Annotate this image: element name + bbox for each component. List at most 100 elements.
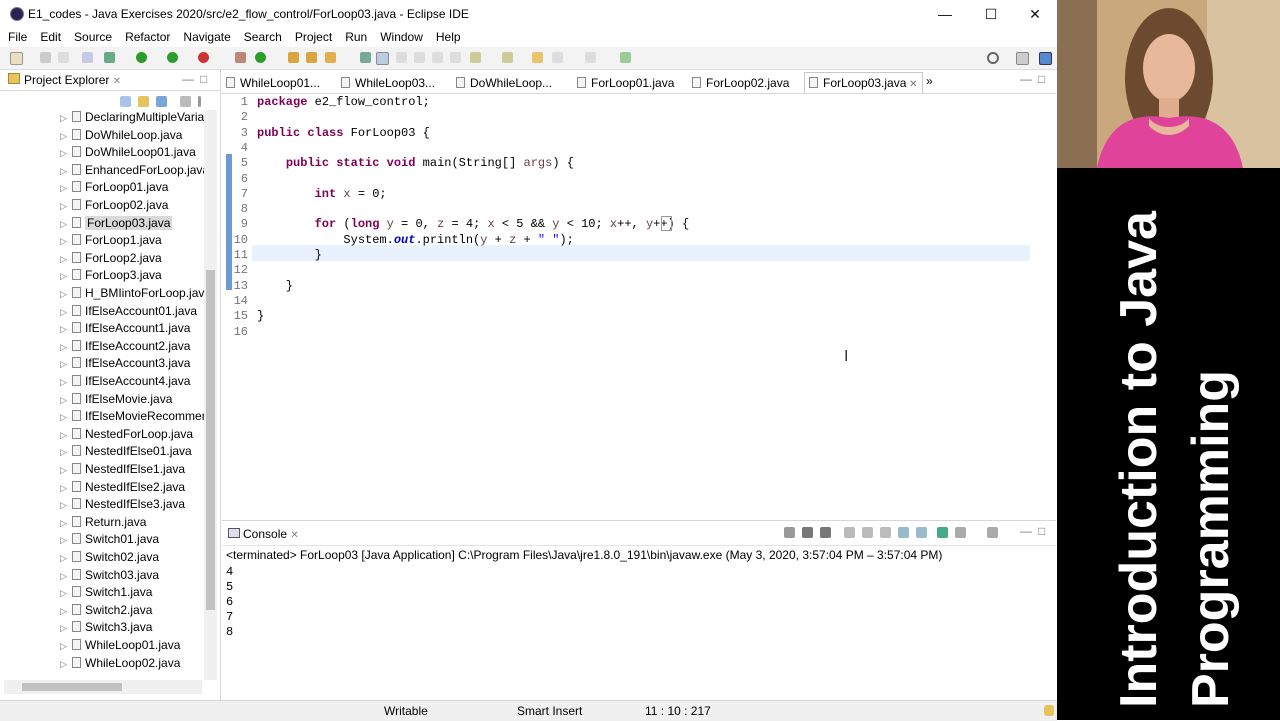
forward-icon[interactable]: [585, 52, 596, 63]
tree-item[interactable]: ▷ Switch2.java: [60, 602, 152, 619]
expand-arrow-icon[interactable]: ▷: [60, 339, 72, 356]
tree-item[interactable]: ▷ Return.java: [60, 514, 146, 531]
minimize-console-icon[interactable]: —: [1020, 524, 1032, 538]
tree-item[interactable]: ▷ ForLoop2.java: [60, 250, 162, 267]
scroll-lock-icon[interactable]: [862, 527, 873, 538]
tree-item[interactable]: ▷ H_BMIintoForLoop.java: [60, 285, 211, 302]
back-icon[interactable]: [552, 52, 563, 63]
open-perspective-icon[interactable]: [1016, 52, 1029, 65]
tab-overflow[interactable]: »: [926, 74, 933, 88]
tree-item[interactable]: ▷ WhileLoop02.java: [60, 655, 180, 672]
close-icon[interactable]: ✕: [113, 76, 121, 87]
tree-item[interactable]: ▷ NestedIfElse1.java: [60, 461, 185, 478]
display-console-icon[interactable]: [955, 527, 966, 538]
new-java-class-icon[interactable]: [255, 52, 266, 63]
console-tab[interactable]: Console ✕: [228, 527, 299, 541]
expand-arrow-icon[interactable]: ▷: [60, 444, 72, 461]
remove-launch-icon[interactable]: [802, 527, 813, 538]
code-line[interactable]: public class ForLoop03 {: [257, 126, 430, 140]
link-editor-icon[interactable]: [138, 96, 149, 107]
tree-item[interactable]: ▷ IfElseAccount3.java: [60, 355, 190, 372]
maximize-editor-icon[interactable]: □: [1038, 72, 1045, 86]
tree-item[interactable]: ▷ DeclaringMultipleVaria: [60, 109, 204, 126]
expand-arrow-icon[interactable]: ▷: [60, 304, 72, 321]
menu-window[interactable]: Window: [372, 28, 428, 46]
debug-icon[interactable]: [104, 52, 115, 63]
expand-arrow-icon[interactable]: ▷: [60, 497, 72, 514]
expand-arrow-icon[interactable]: ▷: [60, 145, 72, 162]
tree-item[interactable]: ▷ NestedForLoop.java: [60, 426, 193, 443]
collapse-all-icon[interactable]: [120, 96, 131, 107]
show-stderr-icon[interactable]: [916, 527, 927, 538]
tree-item[interactable]: ▷ IfElseMovieRecommen: [60, 408, 208, 425]
run-coverage-icon[interactable]: [167, 52, 178, 63]
expand-arrow-icon[interactable]: ▷: [60, 128, 72, 145]
previous-annotation-icon[interactable]: [502, 52, 513, 63]
tree-item[interactable]: ▷ Switch3.java: [60, 619, 152, 636]
tree-item[interactable]: ▷ Switch02.java: [60, 549, 159, 566]
skip-breakpoints-icon[interactable]: [82, 52, 93, 63]
project-explorer-tab[interactable]: Project Explorer ✕: [8, 73, 121, 87]
code-line[interactable]: }: [257, 309, 264, 323]
expand-arrow-icon[interactable]: ▷: [60, 268, 72, 285]
pin-console-icon[interactable]: [937, 527, 948, 538]
filter-icon[interactable]: [156, 96, 167, 107]
expand-arrow-icon[interactable]: ▷: [60, 620, 72, 637]
next-annotation-icon[interactable]: [470, 52, 481, 63]
expand-arrow-icon[interactable]: ▷: [60, 550, 72, 567]
expand-arrow-icon[interactable]: ▷: [60, 603, 72, 620]
tree-item[interactable]: ▷ Switch1.java: [60, 584, 152, 601]
open-task-icon[interactable]: [306, 52, 317, 63]
menu-project[interactable]: Project: [287, 28, 337, 46]
menu-file[interactable]: File: [0, 28, 32, 46]
tree-item[interactable]: ▷ NestedIfElse01.java: [60, 443, 192, 460]
expand-arrow-icon[interactable]: ▷: [60, 427, 72, 444]
code-line[interactable]: package e2_flow_control;: [257, 95, 430, 109]
tree-item[interactable]: ▷ DoWhileLoop01.java: [60, 144, 196, 161]
expand-arrow-icon[interactable]: ▷: [60, 515, 72, 532]
menu-help[interactable]: Help: [428, 28, 466, 46]
expand-arrow-icon[interactable]: ▷: [60, 233, 72, 250]
expand-arrow-icon[interactable]: ▷: [60, 356, 72, 373]
open-type-icon[interactable]: [288, 52, 299, 63]
pin-editor-icon[interactable]: [620, 52, 631, 63]
minimize-view-icon[interactable]: —: [182, 72, 194, 86]
code-line[interactable]: }: [257, 279, 293, 293]
tree-item[interactable]: ▷ IfElseMovie.java: [60, 391, 172, 408]
editor-horizontal-scrollbar[interactable]: [252, 500, 1032, 512]
code-line[interactable]: }: [257, 248, 322, 262]
last-edit-icon[interactable]: [532, 52, 543, 63]
show-stdout-icon[interactable]: [898, 527, 909, 538]
editor-tab[interactable]: ForLoop02.java: [692, 74, 789, 92]
maximize-icon[interactable]: ☐: [968, 0, 1014, 28]
explorer-horizontal-scrollbar[interactable]: [4, 680, 202, 694]
expand-arrow-icon[interactable]: ▷: [60, 638, 72, 655]
expand-arrow-icon[interactable]: ▷: [60, 163, 72, 180]
code-area[interactable]: 1 package e2_flow_control; 2 3 public class …: [222, 94, 1034, 504]
run-icon[interactable]: [136, 52, 147, 63]
tree-item[interactable]: ▷ IfElseAccount4.java: [60, 373, 190, 390]
external-tools-icon[interactable]: [198, 52, 209, 63]
code-line[interactable]: for (long y = 0, z = 4; x < 5 && y < 10;…: [257, 217, 690, 231]
search-tool-icon[interactable]: [325, 52, 336, 63]
expand-arrow-icon[interactable]: ▷: [60, 216, 72, 233]
close-icon[interactable]: ✕: [290, 530, 298, 541]
expand-arrow-icon[interactable]: ▷: [60, 480, 72, 497]
tree-item[interactable]: ▷ ForLoop03.java: [60, 215, 173, 233]
open-console-icon[interactable]: [987, 527, 998, 538]
expand-arrow-icon[interactable]: ▷: [60, 110, 72, 127]
expand-arrow-icon[interactable]: ▷: [60, 409, 72, 426]
search-icon[interactable]: [987, 52, 999, 64]
tree-item[interactable]: ▷ ForLoop1.java: [60, 232, 162, 249]
new-java-project-icon[interactable]: [235, 52, 246, 63]
expand-arrow-icon[interactable]: ▷: [60, 656, 72, 673]
expand-arrow-icon[interactable]: ▷: [60, 392, 72, 409]
word-wrap-icon[interactable]: [396, 52, 407, 63]
editor-vertical-scrollbar[interactable]: [1036, 94, 1050, 494]
editor-tab[interactable]: ForLoop03.java ✕: [804, 72, 923, 94]
tree-item[interactable]: ▷ DoWhileLoop.java: [60, 127, 182, 144]
editor-tab[interactable]: WhileLoop01...: [226, 74, 320, 92]
terminate-icon[interactable]: [784, 527, 795, 538]
expand-arrow-icon[interactable]: ▷: [60, 180, 72, 197]
save-all-icon[interactable]: [58, 52, 69, 63]
